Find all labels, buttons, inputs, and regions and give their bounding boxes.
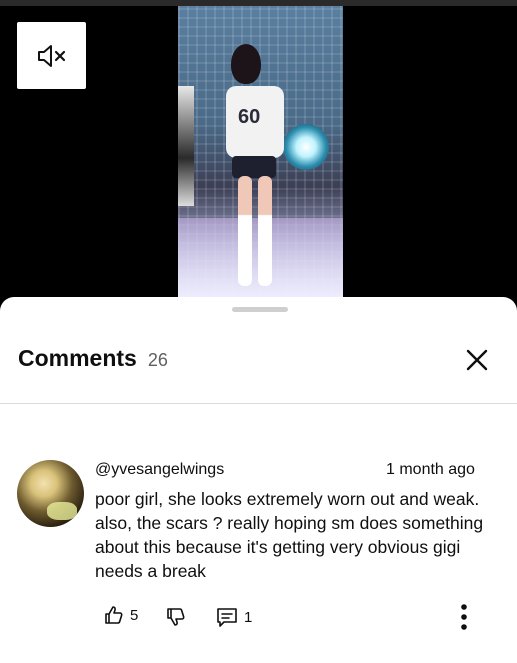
comments-header: Comments 26 xyxy=(18,345,168,372)
performer-head xyxy=(231,44,261,84)
video-player[interactable]: 60 xyxy=(0,0,517,310)
comment-text: poor girl, she looks extremely worn out … xyxy=(95,489,484,581)
header-divider xyxy=(0,403,517,404)
performer-shorts xyxy=(232,156,276,178)
thumbs-up-icon xyxy=(105,606,123,624)
close-icon xyxy=(466,349,488,371)
more-options-button[interactable] xyxy=(458,603,470,631)
background-dancer xyxy=(178,86,194,206)
close-button[interactable] xyxy=(462,345,492,375)
mute-button[interactable] xyxy=(17,22,86,89)
like-button[interactable]: 5 xyxy=(104,605,138,625)
comment-timestamp: 1 month ago xyxy=(386,461,475,478)
video-frame: 60 xyxy=(178,6,343,298)
reply-icon xyxy=(217,608,237,627)
like-count: 5 xyxy=(130,606,139,624)
comments-count: 26 xyxy=(147,350,168,370)
reply-count: 1 xyxy=(244,608,253,626)
comments-title: Comments xyxy=(18,345,137,371)
avatar[interactable] xyxy=(17,460,84,527)
thumbs-down-icon xyxy=(167,608,185,626)
stage-light xyxy=(283,124,329,170)
comment-actions: 5 1 xyxy=(0,599,517,639)
jersey-number: 60 xyxy=(238,106,261,128)
performer-leg xyxy=(258,176,272,286)
speaker-muted-icon xyxy=(37,44,65,67)
reply-button[interactable]: 1 xyxy=(216,606,252,628)
dislike-button[interactable] xyxy=(166,607,186,627)
comment-author[interactable]: @yvesangelwings xyxy=(95,461,224,479)
more-vertical-icon xyxy=(461,604,467,630)
drag-handle[interactable] xyxy=(232,307,288,312)
performer-leg xyxy=(238,176,252,286)
comments-sheet: Comments 26 @yvesangelwings 1 month ago … xyxy=(0,297,517,663)
